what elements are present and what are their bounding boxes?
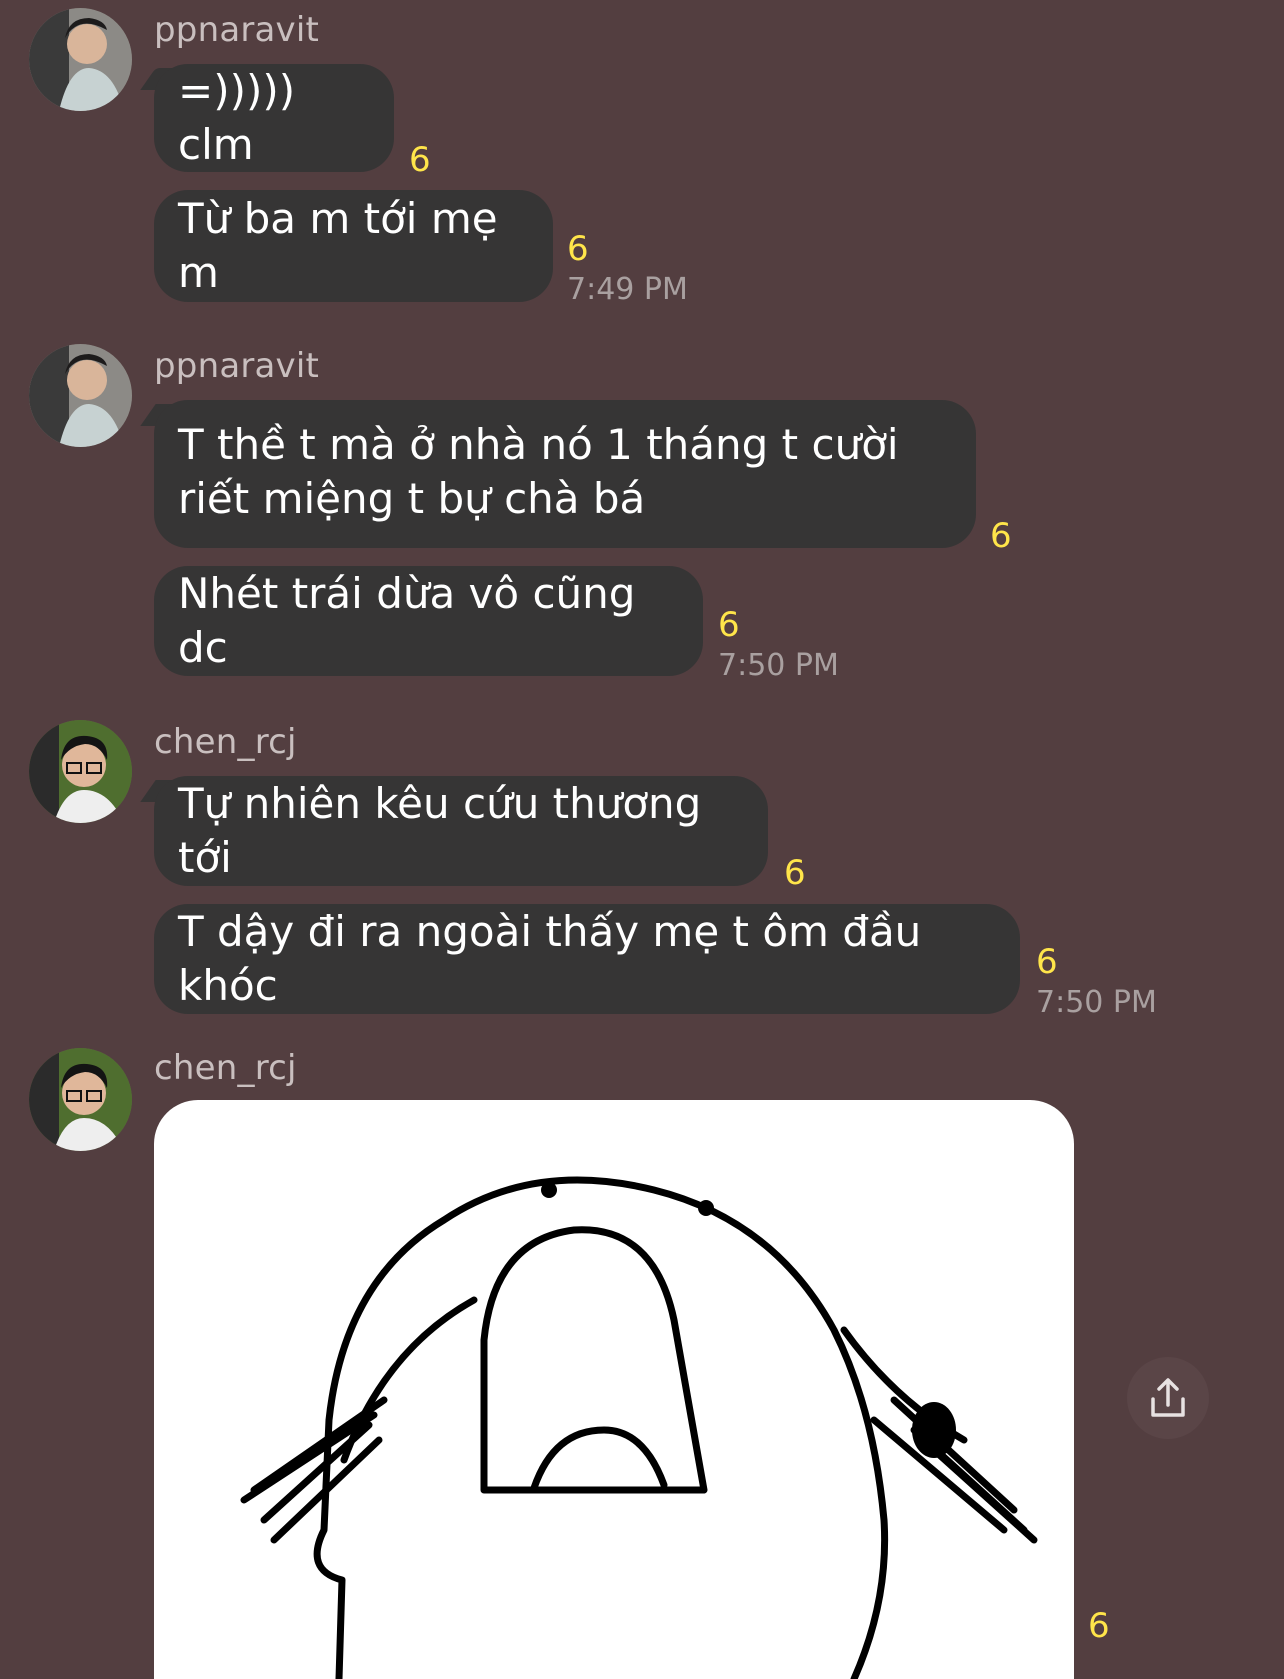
message-text: =))))) clm xyxy=(178,66,296,169)
timestamp: 7:50 PM xyxy=(718,648,839,683)
reaction-count: 6 xyxy=(567,229,589,269)
avatar-chen-rcj-icon xyxy=(29,720,132,823)
reaction-count: 6 xyxy=(409,140,431,180)
timestamp: 7:49 PM xyxy=(567,272,688,307)
username[interactable]: chen_rcj xyxy=(154,1048,297,1088)
message-bubble[interactable]: Tự nhiên kêu cứu thương tới xyxy=(154,776,768,886)
reaction-count: 6 xyxy=(990,516,1012,556)
username[interactable]: chen_rcj xyxy=(154,722,297,762)
message-bubble[interactable]: =))))) clm xyxy=(154,64,394,172)
reaction-count: 6 xyxy=(784,853,806,893)
username[interactable]: ppnaravit xyxy=(154,10,319,50)
message-text: Nhét trái dừa vô cũng dc xyxy=(178,569,636,672)
timestamp: 7:50 PM xyxy=(1036,985,1157,1020)
message-bubble[interactable]: T thề t mà ở nhà nó 1 tháng t cười riết … xyxy=(154,400,976,548)
reaction-count: 6 xyxy=(718,605,740,645)
message-text: T thề t mà ở nhà nó 1 tháng t cười riết … xyxy=(178,420,899,523)
avatar-ppnaravit-icon xyxy=(29,8,132,111)
avatar-chen-rcj-icon xyxy=(29,1048,132,1151)
message-bubble[interactable]: T dậy đi ra ngoài thấy mẹ t ôm đầu khóc xyxy=(154,904,1020,1014)
avatar[interactable] xyxy=(29,720,132,823)
avatar[interactable] xyxy=(29,344,132,447)
message-bubble[interactable]: Nhét trái dừa vô cũng dc xyxy=(154,566,703,676)
message-bubble[interactable]: Từ ba m tới mẹ m xyxy=(154,190,553,302)
message-text: T dậy đi ra ngoài thấy mẹ t ôm đầu khóc xyxy=(178,907,922,1010)
image-message[interactable] xyxy=(154,1100,1074,1679)
share-button[interactable] xyxy=(1127,1357,1209,1439)
screaming-blob-sticker-icon xyxy=(240,1176,1038,1679)
avatar-ppnaravit-icon xyxy=(29,344,132,447)
message-text: Tự nhiên kêu cứu thương tới xyxy=(178,779,702,882)
reaction-count: 6 xyxy=(1088,1606,1110,1646)
avatar[interactable] xyxy=(29,1048,132,1151)
share-icon xyxy=(1151,1378,1185,1417)
message-text: Từ ba m tới mẹ m xyxy=(178,194,498,297)
avatar[interactable] xyxy=(29,8,132,111)
reaction-count: 6 xyxy=(1036,942,1058,982)
username[interactable]: ppnaravit xyxy=(154,346,319,386)
